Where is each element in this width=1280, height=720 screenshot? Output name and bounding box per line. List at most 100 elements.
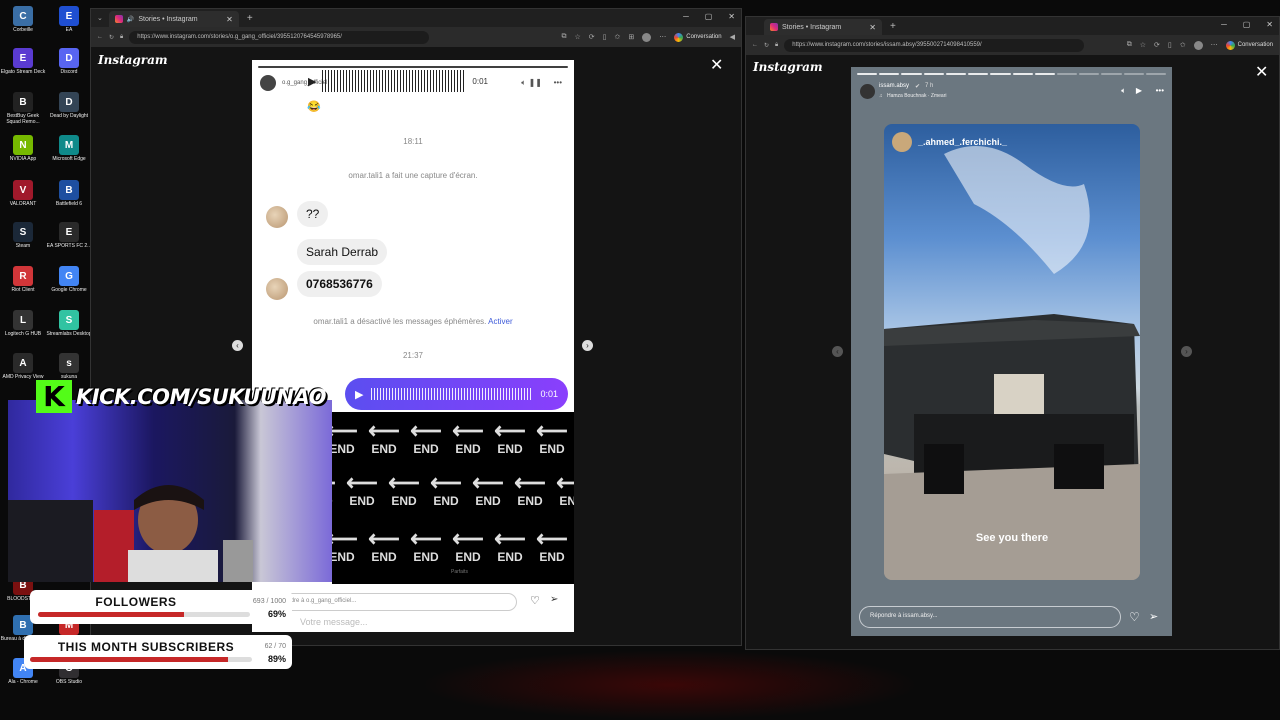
- desktop-shortcut[interactable]: E EA: [46, 6, 92, 34]
- collections-icon[interactable]: ⊞: [628, 33, 634, 41]
- mute-icon[interactable]: 🔈︎: [1121, 86, 1126, 96]
- favorite-star-icon[interactable]: ☆: [1140, 41, 1146, 49]
- menu-icon[interactable]: ⋯: [1211, 41, 1218, 49]
- story-music[interactable]: Hamza Bouchnak · Zmeari: [887, 93, 946, 99]
- maximize-button[interactable]: ▢: [1243, 20, 1251, 29]
- tab-stories[interactable]: Stories • Instagram ✕: [764, 19, 882, 35]
- story-username[interactable]: issam.absy: [879, 83, 909, 89]
- desktop-shortcut[interactable]: D Dead by Daylight: [46, 92, 92, 120]
- desktop-shortcut[interactable]: B Battlefield 6: [46, 180, 92, 208]
- favorites-icon[interactable]: ✩: [1180, 41, 1186, 49]
- copilot-conversation-button[interactable]: Conversation: [1225, 40, 1273, 50]
- mute-icon[interactable]: 🔈︎: [521, 78, 526, 88]
- instagram-logo[interactable]: Instagram: [753, 60, 823, 74]
- minimize-button[interactable]: ─: [683, 12, 689, 21]
- desktop-shortcut[interactable]: V VALORANT: [0, 180, 46, 208]
- favorite-star-icon[interactable]: ☆: [574, 33, 580, 41]
- extensions-icon[interactable]: ⟳: [1154, 41, 1160, 49]
- read-aloud-icon[interactable]: ⧉: [561, 33, 566, 41]
- address-bar[interactable]: https://www.instagram.com/stories/issam.…: [784, 38, 1085, 52]
- desktop-shortcut[interactable]: A AMD Privacy View: [0, 353, 46, 381]
- new-tab-button[interactable]: +: [247, 13, 253, 24]
- desktop-shortcut[interactable]: s sukuna: [46, 353, 92, 381]
- desktop-shortcut[interactable]: C Corbeille: [0, 6, 46, 34]
- desktop-shortcut[interactable]: L Logitech G HUB: [0, 310, 46, 338]
- share-send-icon[interactable]: ➢: [550, 594, 558, 605]
- share-send-icon[interactable]: ➢: [1149, 610, 1158, 623]
- desktop-shortcut[interactable]: B BestBuy Geek Squad Remo...: [0, 92, 46, 125]
- sent-label: Parfaits: [451, 569, 468, 575]
- activate-link[interactable]: Activer: [488, 317, 512, 326]
- sender-avatar[interactable]: [266, 278, 288, 300]
- desktop-shortcut[interactable]: E Elgato Stream Deck: [0, 48, 46, 76]
- tab-stories[interactable]: 🔊 Stories • Instagram ✕: [108, 11, 239, 27]
- story-progress: [857, 73, 1167, 75]
- reshared-avatar[interactable]: [892, 132, 912, 152]
- tab-actions-icon[interactable]: ⌄: [97, 14, 103, 22]
- play-icon[interactable]: ▶: [308, 75, 316, 88]
- story-next-arrow[interactable]: ›: [582, 340, 593, 351]
- reshared-username[interactable]: _.ahmed_.ferchichi._: [918, 137, 1007, 147]
- story-reply-input[interactable]: Répondre à issam.absy...: [859, 606, 1121, 628]
- split-screen-icon[interactable]: ▯: [1168, 41, 1172, 49]
- story-avatar[interactable]: [860, 84, 875, 99]
- split-screen-icon[interactable]: ▯: [603, 33, 607, 41]
- like-heart-icon[interactable]: ♡: [1129, 610, 1140, 624]
- like-heart-icon[interactable]: ♡: [530, 594, 540, 607]
- sender-avatar[interactable]: [266, 206, 288, 228]
- more-options-icon[interactable]: •••: [1156, 86, 1164, 95]
- voice-message-outgoing[interactable]: ▶ 0:01: [345, 378, 568, 410]
- message-bubble-phone[interactable]: 0768536776: [297, 271, 382, 297]
- story-reply-input[interactable]: Répondre à o.g_gang_officiel...: [262, 593, 517, 611]
- refresh-icon[interactable]: ↻: [109, 34, 114, 41]
- maximize-button[interactable]: ▢: [705, 12, 713, 21]
- desktop-shortcut[interactable]: N NVIDIA App: [0, 135, 46, 163]
- more-options-icon[interactable]: •••: [554, 78, 562, 87]
- favorites-icon[interactable]: ✩: [615, 33, 621, 41]
- desktop-shortcut[interactable]: M Microsoft Edge: [46, 135, 92, 163]
- desktop-shortcut[interactable]: D Discord: [46, 48, 92, 76]
- desktop-shortcut[interactable]: S Steam: [0, 222, 46, 250]
- story-prev-arrow[interactable]: ‹: [232, 340, 243, 351]
- new-tab-button[interactable]: +: [890, 21, 896, 32]
- extensions-icon[interactable]: ⟳: [589, 33, 595, 41]
- story-close-button[interactable]: ✕: [1255, 62, 1268, 82]
- address-bar[interactable]: https://www.instagram.com/stories/o.g_ga…: [129, 30, 430, 44]
- back-icon[interactable]: ←: [752, 42, 758, 48]
- end-label: END: [433, 494, 459, 508]
- refresh-icon[interactable]: ↻: [764, 42, 769, 49]
- back-icon[interactable]: ←: [97, 34, 103, 40]
- lock-icon[interactable]: 🔒︎: [120, 34, 123, 41]
- instagram-logo[interactable]: Instagram: [98, 53, 168, 67]
- desktop-shortcut[interactable]: E EA SPORTS FC 2...: [46, 222, 92, 250]
- reshared-post-photo[interactable]: _.ahmed_.ferchichi._ See you there: [884, 124, 1140, 580]
- play-icon[interactable]: ▶: [1136, 86, 1142, 95]
- message-bubble[interactable]: Sarah Derrab: [297, 239, 388, 265]
- copilot-conversation-button[interactable]: Conversation: [674, 32, 722, 42]
- story-prev-arrow[interactable]: ‹: [832, 346, 843, 357]
- desktop-shortcut[interactable]: R Riot Client: [0, 266, 46, 294]
- message-bubble[interactable]: ??: [297, 201, 329, 227]
- profile-avatar[interactable]: [1193, 40, 1203, 50]
- desktop-shortcut-label: Logitech G HUB: [4, 331, 42, 337]
- story-next-arrow[interactable]: ›: [1181, 346, 1192, 357]
- play-icon[interactable]: ▶: [355, 388, 363, 401]
- read-aloud-icon[interactable]: ⧉: [1127, 41, 1132, 49]
- tab-close-icon[interactable]: ✕: [226, 15, 233, 24]
- desktop-shortcut[interactable]: S Streamlabs Desktop: [46, 310, 92, 338]
- profile-avatar[interactable]: [642, 32, 652, 42]
- close-window-button[interactable]: ✕: [728, 12, 735, 21]
- minimize-button[interactable]: ─: [1221, 20, 1227, 29]
- story-avatar[interactable]: [260, 75, 276, 91]
- lock-icon[interactable]: 🔒︎: [775, 42, 778, 49]
- end-label: END: [455, 550, 481, 564]
- pause-icon[interactable]: ❚❚: [529, 78, 542, 87]
- close-window-button[interactable]: ✕: [1266, 20, 1273, 29]
- menu-icon[interactable]: ⋯: [659, 33, 666, 41]
- story-viewer-right[interactable]: issam.absy ✔ 7 h ♫ Hamza Bouchnak · Zmea…: [851, 67, 1172, 636]
- end-arrow: ⟵END: [332, 528, 360, 565]
- desktop-shortcut[interactable]: G Google Chrome: [46, 266, 92, 294]
- story-close-button[interactable]: ✕: [710, 55, 723, 75]
- tab-close-icon[interactable]: ✕: [869, 23, 876, 32]
- sidebar-collapse-icon[interactable]: ◀: [730, 33, 735, 41]
